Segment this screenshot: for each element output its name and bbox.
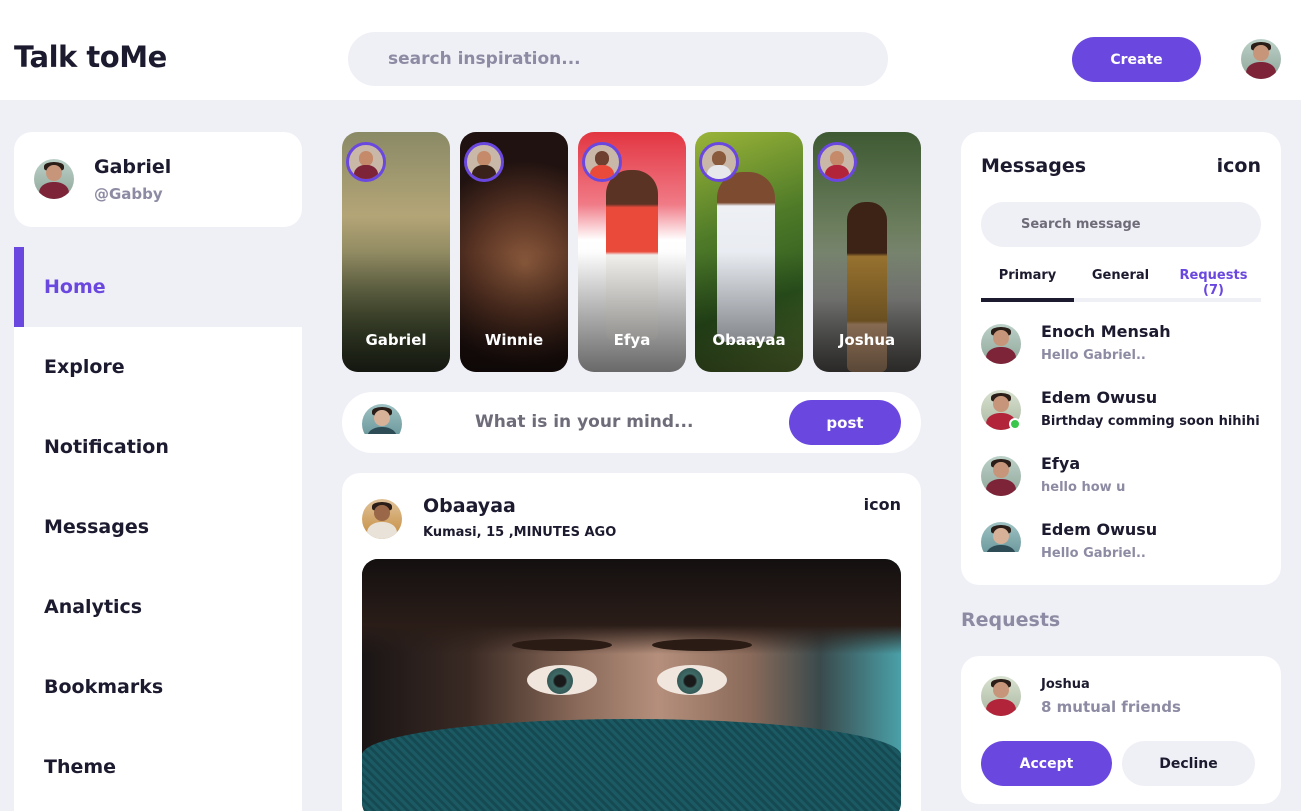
post-options-icon[interactable]: icon	[864, 495, 901, 514]
avatar-body	[1245, 62, 1277, 79]
navbar: Talk toMe search inspiration... Create	[0, 0, 1301, 100]
requests-heading: Requests	[961, 609, 1061, 631]
message-avatar	[981, 324, 1021, 364]
story-avatar	[582, 142, 622, 182]
message-sender: Efya	[1041, 454, 1081, 473]
mutual-friends: 8 mutual friends	[1041, 698, 1181, 716]
message-preview: hello how u	[1041, 480, 1126, 495]
create-button[interactable]: Create	[1072, 37, 1201, 82]
story-name: Joshua	[838, 331, 896, 349]
search-input[interactable]: search inspiration...	[348, 32, 888, 86]
profile-handle: @Gabby	[94, 185, 163, 203]
app-logo[interactable]: Talk toMe	[14, 40, 167, 74]
story-card[interactable]: Obaayaa	[695, 132, 803, 372]
feed-post: Obaayaa Kumasi, 15 ,MINUTES AGO icon	[342, 473, 921, 811]
tab-primary[interactable]: Primary	[981, 268, 1074, 302]
message-avatar	[981, 522, 1021, 552]
story-name: Efya	[613, 331, 651, 349]
sidebar-item-messages[interactable]: Messages	[14, 487, 302, 567]
messages-edit-icon[interactable]: icon	[1217, 155, 1261, 177]
sidebar-item-home[interactable]: Home	[14, 247, 302, 327]
story-card[interactable]: Gabriel	[342, 132, 450, 372]
user-avatar[interactable]	[1241, 39, 1281, 79]
message-preview: Birthday comming soon hihihi	[1041, 414, 1260, 429]
online-status-dot	[1009, 418, 1021, 430]
story-avatar	[817, 142, 857, 182]
post-author-avatar[interactable]	[362, 499, 402, 539]
sidebar-item-bookmarks[interactable]: Bookmarks	[14, 647, 302, 727]
tab-general[interactable]: General	[1074, 268, 1167, 302]
sidebar-menu: Home Explore Notification Messages Analy…	[14, 247, 302, 811]
sidebar-item-explore[interactable]: Explore	[14, 327, 302, 407]
post-image[interactable]	[362, 559, 901, 811]
story-name: Winnie	[484, 331, 544, 349]
message-sender: Edem Owusu	[1041, 520, 1158, 539]
story-name: Obaayaa	[712, 331, 786, 349]
avatar-face	[1253, 44, 1269, 62]
message-tabs: Primary General Requests (7)	[981, 260, 1261, 302]
composer-avatar	[362, 404, 402, 434]
story-avatar	[699, 142, 739, 182]
messages-title: Messages	[981, 155, 1087, 177]
accept-button[interactable]: Accept	[981, 741, 1112, 786]
message-avatar	[981, 456, 1021, 496]
profile-card[interactable]: Gabriel @Gabby	[14, 132, 302, 227]
post-composer: What is in your mind... post	[342, 392, 921, 453]
friend-request-card: Joshua 8 mutual friends Accept Decline	[961, 656, 1281, 804]
composer-input[interactable]: What is in your mind...	[475, 412, 693, 432]
request-avatar[interactable]	[981, 676, 1021, 716]
message-sender: Enoch Mensah	[1041, 322, 1171, 341]
profile-avatar	[34, 159, 74, 199]
story-card[interactable]: Efya	[578, 132, 686, 372]
story-name: Gabriel	[365, 331, 427, 349]
message-item[interactable]: Enoch Mensah Hello Gabriel..	[981, 322, 1261, 372]
post-meta: Kumasi, 15 ,MINUTES AGO	[423, 525, 617, 540]
message-item[interactable]: Efya hello how u	[981, 454, 1261, 504]
message-sender: Edem Owusu	[1041, 388, 1158, 407]
story-card[interactable]: Winnie	[460, 132, 568, 372]
story-avatar	[464, 142, 504, 182]
story-avatar	[346, 142, 386, 182]
request-name[interactable]: Joshua	[1041, 677, 1090, 692]
messages-panel: Messages icon Search message Primary Gen…	[961, 132, 1281, 585]
tab-requests[interactable]: Requests (7)	[1167, 268, 1260, 302]
message-item[interactable]: Edem Owusu Hello Gabriel..	[981, 520, 1261, 570]
message-item[interactable]: Edem Owusu Birthday comming soon hihihi	[981, 388, 1261, 438]
sidebar-item-notification[interactable]: Notification	[14, 407, 302, 487]
message-preview: Hello Gabriel..	[1041, 348, 1146, 363]
profile-name: Gabriel	[94, 156, 172, 178]
story-card[interactable]: Joshua	[813, 132, 921, 372]
decline-button[interactable]: Decline	[1122, 741, 1255, 786]
message-search-input[interactable]: Search message	[981, 202, 1261, 247]
sidebar-item-theme[interactable]: Theme	[14, 727, 302, 807]
post-author-name[interactable]: Obaayaa	[423, 495, 516, 517]
post-button[interactable]: post	[789, 400, 901, 445]
sidebar-item-analytics[interactable]: Analytics	[14, 567, 302, 647]
message-preview: Hello Gabriel..	[1041, 546, 1146, 561]
